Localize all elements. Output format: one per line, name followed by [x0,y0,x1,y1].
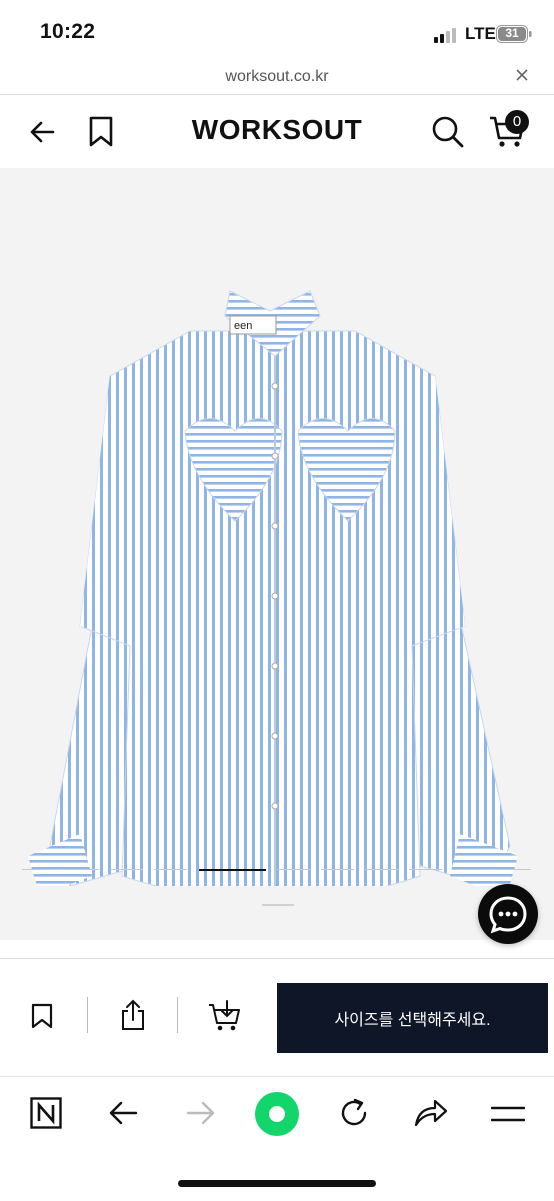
sub-indicator [262,904,294,906]
product-image[interactable] [20,286,530,886]
url-text[interactable]: worksout.co.kr [0,68,554,86]
slide-indicator-1[interactable] [22,869,55,870]
brand-logo[interactable]: WORKSOUT [0,114,554,146]
url-bar[interactable]: worksout.co.kr [0,62,554,95]
back-icon[interactable] [108,1099,138,1127]
slide-indicator-2[interactable] [66,869,99,870]
divider [177,997,178,1033]
bookmark-icon[interactable] [31,1003,53,1029]
product-action-bar: 사이즈를 선택해주세요. [0,958,554,1075]
home-indicator [178,1180,376,1187]
signal-icon [434,27,458,43]
slide-indicator-9[interactable] [409,869,442,870]
network-type: LTE [465,24,496,43]
slide-indicator-5-active[interactable] [199,869,266,871]
green-dot-icon[interactable] [255,1092,299,1136]
forward-icon[interactable] [186,1099,216,1127]
select-size-button[interactable]: 사이즈를 선택해주세요. [277,983,548,1053]
status-bar: 10:22 LTE 31 [0,0,554,62]
product-gallery[interactable]: een [0,168,554,940]
chat-button[interactable] [478,884,538,944]
reload-icon[interactable] [338,1097,370,1129]
slide-indicator-6[interactable] [277,869,310,870]
slide-indicator-7[interactable] [321,869,354,870]
share-icon[interactable] [119,999,147,1031]
slide-indicator-11[interactable] [498,869,531,870]
naver-home-icon[interactable] [30,1097,62,1129]
slide-indicator-8[interactable] [365,869,398,870]
battery-icon: 31 [496,25,532,43]
site-header: WORKSOUT 0 [0,96,554,168]
search-icon[interactable] [430,114,464,148]
menu-icon[interactable] [491,1105,525,1125]
share-arrow-icon[interactable] [414,1098,448,1128]
shirt-label-text: een [234,320,253,332]
status-time: 10:22 [40,20,96,43]
add-to-cart-icon[interactable] [208,999,242,1033]
green-dot-inner [269,1106,285,1122]
slide-indicator-3[interactable] [110,869,143,870]
chat-bubble-icon [489,896,527,934]
slide-indicator-10[interactable] [454,869,487,870]
close-icon[interactable] [514,67,530,83]
divider [87,997,88,1033]
slide-indicator-4[interactable] [154,869,187,870]
battery-level: 31 [505,26,519,40]
cart-count-badge: 0 [505,110,529,134]
